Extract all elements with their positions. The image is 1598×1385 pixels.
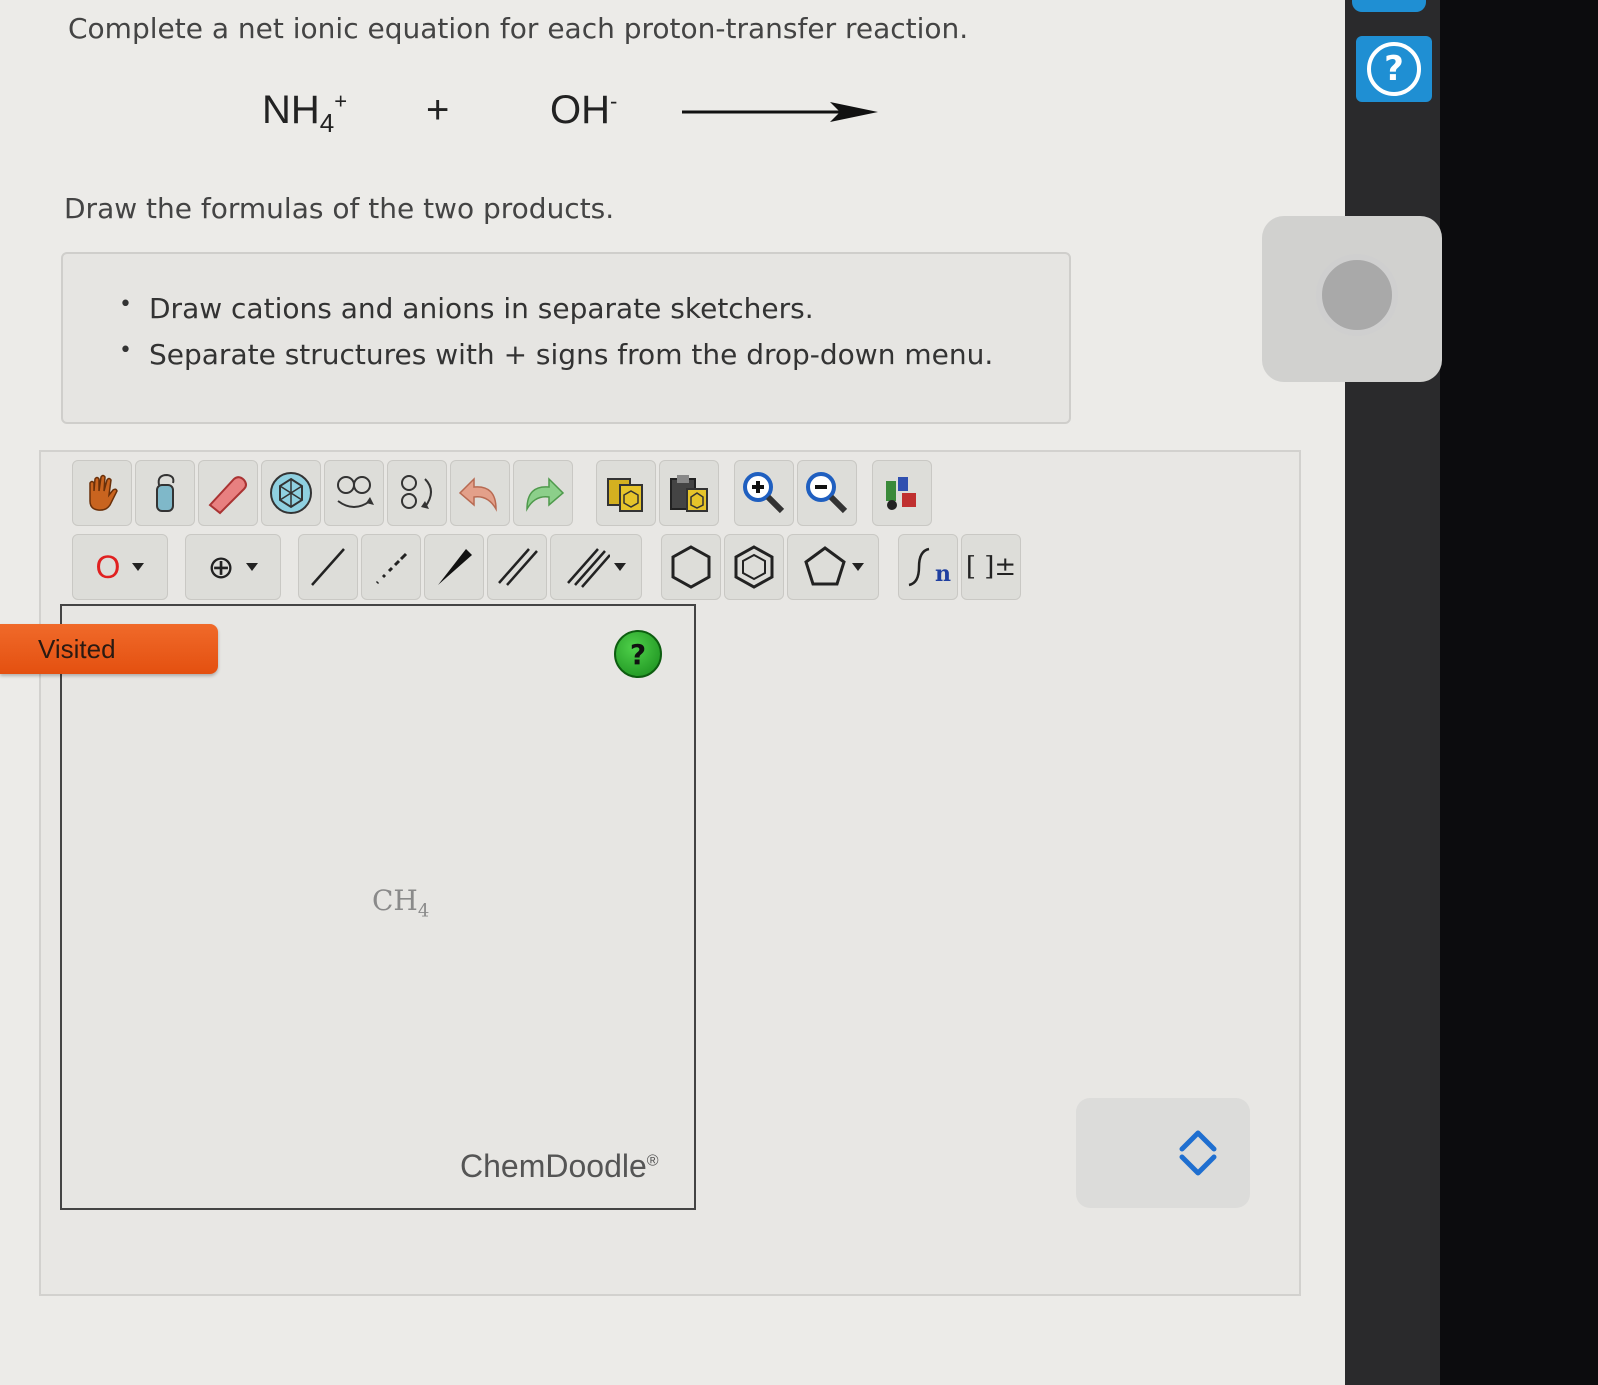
chevron-down-icon — [852, 563, 864, 571]
zoom-in-icon — [743, 472, 785, 514]
top-blue-tab[interactable] — [1352, 0, 1426, 12]
hand-tool-button[interactable] — [72, 460, 132, 526]
single-bond-icon — [311, 548, 345, 586]
reactant2-base: OH — [550, 88, 610, 132]
flip-icon — [337, 476, 374, 508]
note-item: Separate structures with + signs from th… — [119, 338, 993, 384]
cyclohexane-button[interactable] — [661, 534, 721, 600]
help-button[interactable]: ? — [1356, 36, 1432, 102]
sketcher-help-button[interactable]: ? — [614, 630, 662, 678]
clean-button[interactable] — [261, 460, 321, 526]
question-mark-icon: ? — [629, 637, 647, 671]
chevron-down-icon — [614, 563, 626, 571]
toolbar-row-2: O ⊕ n []± — [72, 534, 1021, 600]
double-bond-button[interactable] — [487, 534, 547, 600]
side-gutter — [1345, 0, 1440, 1385]
reactant2-charge: - — [610, 88, 618, 114]
repeat-unit-label: n — [935, 561, 951, 587]
lasso-tool-button[interactable] — [135, 460, 195, 526]
expand-collapse-button[interactable] — [1076, 1098, 1250, 1208]
drawing-canvas[interactable]: ? CH4 ChemDoodle® — [60, 604, 696, 1210]
copy-button[interactable] — [596, 460, 656, 526]
reaction-equation: NH4+ + OH- — [262, 88, 962, 148]
dashed-bond-button[interactable] — [361, 534, 421, 600]
wedge-bond-icon — [438, 549, 472, 585]
eraser-tool-button[interactable] — [198, 460, 258, 526]
benzene-icon — [734, 545, 774, 589]
atom-dropdown[interactable]: O — [72, 534, 168, 600]
charge-icon: ⊕ — [207, 548, 235, 586]
repeat-unit-button[interactable]: n — [898, 534, 958, 600]
reaction-arrow-icon — [682, 102, 878, 122]
rotate-button[interactable] — [387, 460, 447, 526]
copy-icon — [607, 478, 643, 512]
chevron-down-icon — [132, 563, 145, 571]
dashed-bond-icon — [375, 552, 408, 585]
note-item: Draw cations and anions in separate sket… — [119, 292, 993, 338]
rotate-icon — [401, 475, 432, 509]
settings-icon — [886, 477, 916, 510]
chevron-up-down-icon — [1179, 1130, 1217, 1176]
structure-subscript: 4 — [417, 900, 430, 922]
chevron-down-icon — [246, 563, 259, 571]
cyclopentane-icon — [804, 546, 846, 586]
reactant-ammonium: NH4+ — [262, 88, 347, 139]
reactant1-base: NH — [262, 88, 320, 132]
cyclohexane-icon — [671, 545, 711, 589]
repeat-unit-icon — [908, 547, 930, 587]
undo-button[interactable] — [450, 460, 510, 526]
double-bond-icon — [498, 548, 538, 586]
paste-icon — [670, 475, 708, 512]
undo-icon — [458, 477, 497, 512]
eraser-icon — [208, 476, 247, 515]
help-label: ? — [1384, 49, 1404, 89]
ring-dropdown[interactable] — [787, 534, 879, 600]
flip-button[interactable] — [324, 460, 384, 526]
reactant1-charge: + — [334, 88, 348, 114]
bracket-charge-label: [ ]± — [965, 552, 1017, 582]
side-panel-toggle[interactable] — [1316, 254, 1398, 336]
toolbar-row-1 — [72, 460, 932, 526]
question-page: Complete a net ionic equation for each p… — [0, 0, 1345, 1385]
device-bezel — [1440, 0, 1598, 1385]
clean-icon — [270, 472, 312, 514]
settings-button[interactable] — [872, 460, 932, 526]
atom-label: O — [95, 548, 121, 585]
triple-bond-dropdown[interactable] — [550, 534, 642, 600]
zoom-out-button[interactable] — [797, 460, 857, 526]
charge-dropdown[interactable]: ⊕ — [185, 534, 281, 600]
zoom-in-button[interactable] — [734, 460, 794, 526]
brand-name: ChemDoodle — [460, 1148, 647, 1184]
drawn-structure[interactable]: CH4 — [372, 884, 429, 922]
reactant-hydroxide: OH- — [550, 88, 617, 133]
single-bond-button[interactable] — [298, 534, 358, 600]
registered-mark: ® — [646, 1152, 659, 1170]
instruction-text: Draw the formulas of the two products. — [64, 192, 615, 225]
paste-button[interactable] — [659, 460, 719, 526]
visited-badge: Visited — [0, 624, 218, 674]
instruction-notes: Draw cations and anions in separate sket… — [61, 252, 1071, 424]
chemdoodle-logo: ChemDoodle® — [460, 1148, 659, 1185]
redo-button[interactable] — [513, 460, 573, 526]
benzene-button[interactable] — [724, 534, 784, 600]
lasso-icon — [156, 473, 175, 512]
bracket-charge-button[interactable]: [ ]± — [961, 534, 1021, 600]
structure-base: CH — [372, 884, 418, 917]
zoom-out-icon — [806, 472, 848, 514]
reactant1-subscript: 4 — [319, 108, 335, 138]
help-icon: ? — [1367, 42, 1421, 96]
plus-sign: + — [426, 88, 450, 132]
hand-icon — [89, 474, 118, 511]
redo-icon — [526, 477, 565, 512]
question-prompt: Complete a net ionic equation for each p… — [68, 12, 969, 45]
triple-bond-icon — [567, 548, 610, 588]
wedge-bond-button[interactable] — [424, 534, 484, 600]
